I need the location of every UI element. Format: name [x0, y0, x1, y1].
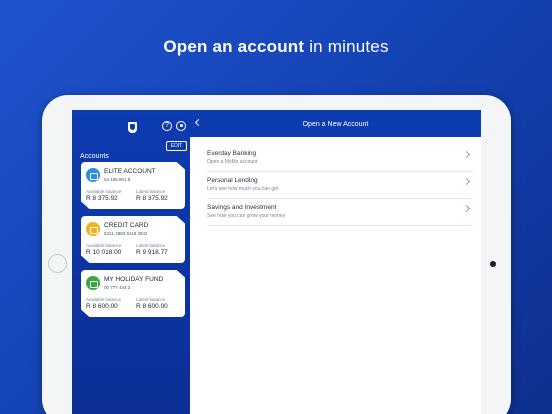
wallet-icon	[86, 168, 100, 182]
accounts-heading: Accounts	[80, 153, 109, 160]
help-icon[interactable]: ?	[162, 121, 172, 131]
chevron-right-icon	[462, 177, 471, 186]
home-button	[48, 254, 67, 273]
app-screen: ? EDIT Accounts ELITE ACCOUNT 04 185 801…	[72, 110, 481, 414]
headline-bold: Open an account	[163, 37, 305, 56]
account-card-holiday[interactable]: MY HOLIDAY FUND 00 777 444 3 Available b…	[81, 270, 185, 317]
headline: Open an account in minutes	[0, 37, 552, 57]
sidebar: ? EDIT Accounts ELITE ACCOUNT 04 185 801…	[72, 110, 190, 414]
savings-icon	[86, 276, 100, 290]
latest-balance-label: Latest balance	[136, 297, 166, 302]
available-balance-label: Available balance	[86, 297, 122, 302]
account-name: MY HOLIDAY FUND	[104, 276, 164, 283]
latest-balance-label: Latest balance	[136, 189, 166, 194]
account-name: CREDIT CARD	[104, 222, 149, 229]
chevron-right-icon	[462, 204, 471, 213]
menu-item-title: Everday Banking	[207, 150, 257, 157]
menu-item-subtitle: See how you can grow your money	[207, 213, 286, 219]
latest-balance: R 8 600.00	[136, 303, 168, 310]
latest-balance: R 8 375.92	[136, 195, 168, 202]
menu-item-savings-investment[interactable]: Savings and Investment See how you can g…	[207, 200, 473, 226]
bank-logo-icon	[128, 122, 137, 133]
camera-dot	[490, 261, 496, 267]
account-number: 5221 2883 6118 2842	[104, 231, 148, 236]
available-balance-label: Available balance	[86, 189, 122, 194]
menu-item-subtitle: Open a MyMo account	[207, 159, 258, 165]
page-title: Open a New Account	[302, 121, 369, 128]
account-number: 00 777 444 3	[104, 285, 131, 290]
latest-balance-label: Latest balance	[136, 243, 166, 248]
headline-rest: in minutes	[309, 37, 389, 56]
edit-button[interactable]: EDIT	[166, 141, 187, 151]
account-card-elite[interactable]: ELITE ACCOUNT 04 185 801 8 Available bal…	[81, 162, 185, 209]
menu-item-subtitle: Let's see how much you can get	[207, 186, 279, 192]
account-number: 04 185 801 8	[104, 177, 131, 182]
credit-card-icon	[86, 222, 100, 236]
main-header: Open a New Account	[190, 110, 481, 137]
available-balance: R 10 018.00	[86, 249, 122, 256]
menu-item-title: Savings and Investment	[207, 204, 277, 211]
menu-item-title: Personal Lending	[207, 177, 258, 184]
available-balance-label: Available balance	[86, 243, 122, 248]
menu-item-everyday-banking[interactable]: Everday Banking Open a MyMo account	[207, 146, 473, 172]
available-balance: R 8 600.00	[86, 303, 118, 310]
available-balance: R 8 375.92	[86, 195, 118, 202]
profile-icon[interactable]	[176, 121, 186, 131]
main-panel: Open a New Account Everday Banking Open …	[190, 110, 481, 414]
chevron-right-icon	[462, 150, 471, 159]
latest-balance: R 9 918.77	[136, 249, 168, 256]
account-name: ELITE ACCOUNT	[104, 168, 156, 175]
menu-item-personal-lending[interactable]: Personal Lending Let's see how much you …	[207, 173, 473, 199]
account-card-credit[interactable]: CREDIT CARD 5221 2883 6118 2842 Availabl…	[81, 216, 185, 263]
